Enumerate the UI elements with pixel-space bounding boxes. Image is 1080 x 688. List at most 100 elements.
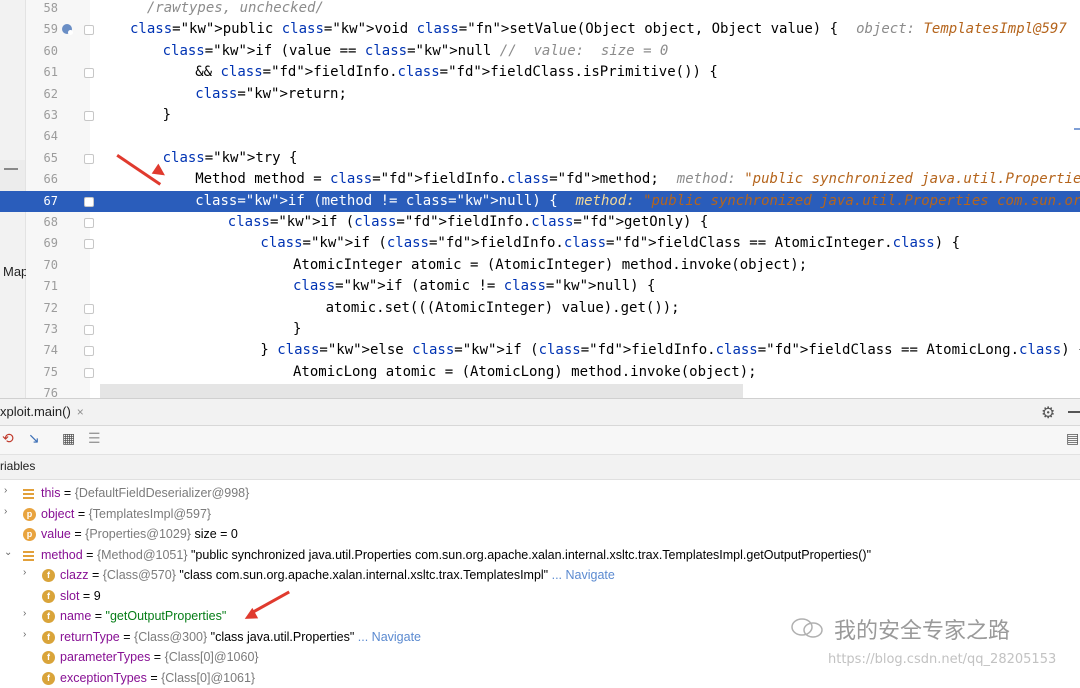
code-line[interactable]: 68 class="kw">if (class="fd">fieldInfo.cl…: [0, 212, 1080, 233]
line-number[interactable]: 66: [30, 169, 58, 190]
field-icon: f: [42, 631, 55, 644]
line-number[interactable]: 67: [30, 191, 58, 212]
line-number[interactable]: 71: [30, 276, 58, 297]
variable-text: slot = 9: [60, 586, 101, 607]
line-number[interactable]: 63: [30, 105, 58, 126]
close-icon[interactable]: ×: [77, 405, 84, 419]
code-line[interactable]: 64: [0, 126, 1080, 147]
debug-session-label: xploit.main(): [0, 404, 71, 419]
line-number[interactable]: 64: [30, 126, 58, 147]
code-line[interactable]: 60class="kw">if (value == class="kw">nul…: [0, 41, 1080, 62]
line-number[interactable]: 69: [30, 233, 58, 254]
variable-row[interactable]: fslot = 9: [0, 586, 1080, 607]
line-number[interactable]: 60: [30, 41, 58, 62]
debug-session-tab[interactable]: xploit.main() ×: [0, 404, 84, 419]
fold-icon[interactable]: [84, 154, 94, 164]
line-number[interactable]: 72: [30, 298, 58, 319]
code-text: && class="fd">fieldInfo.class="fd">field…: [195, 62, 718, 83]
variable-row[interactable]: › this = {DefaultFieldDeserializer@998}: [0, 483, 1080, 504]
layout-icon[interactable]: ▤: [1066, 430, 1079, 447]
line-number[interactable]: 73: [30, 319, 58, 340]
scrollbar-marker: [1074, 128, 1080, 130]
code-line[interactable]: 59class="kw">public class="kw">void clas…: [0, 19, 1080, 40]
variable-text: method = {Method@1051} "public synchroni…: [41, 545, 871, 566]
hide-panel-icon[interactable]: [1068, 411, 1080, 413]
code-line[interactable]: 72 atomic.set(((AtomicInteger) value).get…: [0, 298, 1080, 319]
fold-icon[interactable]: [84, 368, 94, 378]
fold-icon[interactable]: [84, 304, 94, 314]
code-line[interactable]: 61 && class="fd">fieldInfo.class="fd">fie…: [0, 62, 1080, 83]
field-icon: f: [42, 651, 55, 664]
fold-icon[interactable]: [84, 111, 94, 121]
code-line-current[interactable]: 67class="kw">if (method != class="kw">nu…: [0, 191, 1080, 212]
parameter-icon: p: [23, 508, 36, 521]
debug-panel: xploit.main() × ⚙ ⟲ ↘ ▦ ☰ ▤ riables › this…: [0, 398, 1080, 677]
table-view-icon[interactable]: ▦: [62, 430, 75, 447]
variable-row[interactable]: fexceptionTypes = {Class[0]@1061}: [0, 668, 1080, 688]
fold-icon[interactable]: [84, 197, 94, 207]
code-text: AtomicInteger atomic = (AtomicInteger) m…: [293, 255, 807, 276]
fold-icon[interactable]: [84, 25, 94, 35]
field-icon: f: [42, 569, 55, 582]
fold-icon[interactable]: [84, 325, 94, 335]
code-line[interactable]: 71class="kw">if (atomic != class="kw">nu…: [0, 276, 1080, 297]
line-number[interactable]: 65: [30, 148, 58, 169]
code-text: }: [163, 105, 171, 126]
line-number[interactable]: 70: [30, 255, 58, 276]
fold-icon[interactable]: [84, 239, 94, 249]
code-editor[interactable]: Map 58 /rawtypes, unchecked/59class="kw"…: [0, 0, 1080, 398]
variable-text: clazz = {Class@570} "class com.sun.org.a…: [60, 565, 615, 586]
code-line[interactable]: 63}: [0, 105, 1080, 126]
fold-icon[interactable]: [84, 346, 94, 356]
variable-text: parameterTypes = {Class[0]@1060}: [60, 647, 259, 668]
code-text: class="kw">if (class="fd">fieldInfo.clas…: [228, 212, 708, 233]
line-number[interactable]: 62: [30, 84, 58, 105]
chevron-right-icon[interactable]: ›: [23, 569, 31, 577]
line-number[interactable]: 61: [30, 62, 58, 83]
settings-list-icon[interactable]: ☰: [88, 430, 101, 447]
code-line[interactable]: 74 } class="kw">else class="kw">if (class…: [0, 340, 1080, 361]
debug-toolbar: ⟲ ↘ ▦ ☰ ▤: [0, 426, 1080, 455]
chevron-right-icon[interactable]: ›: [23, 610, 31, 618]
line-number[interactable]: 68: [30, 212, 58, 233]
line-number[interactable]: 74: [30, 340, 58, 361]
variable-text: object = {TemplatesImpl@597}: [41, 504, 211, 525]
step-icon[interactable]: ↘: [28, 430, 40, 447]
line-number[interactable]: 58: [30, 0, 58, 19]
chevron-down-icon[interactable]: ⌄: [4, 549, 12, 557]
code-text: AtomicLong atomic = (AtomicLong) method.…: [293, 362, 757, 383]
line-number[interactable]: 59: [30, 19, 58, 40]
chevron-right-icon[interactable]: ›: [4, 508, 12, 516]
code-line[interactable]: 73}: [0, 319, 1080, 340]
code-text: /rawtypes, unchecked/: [130, 0, 324, 19]
variable-row[interactable]: ⌄ method = {Method@1051} "public synchron…: [0, 545, 1080, 566]
debug-tab-bar: xploit.main() × ⚙: [0, 399, 1080, 426]
variable-object-icon: [23, 487, 36, 500]
fold-icon[interactable]: [84, 68, 94, 78]
line-number[interactable]: 75: [30, 362, 58, 383]
code-line[interactable]: 58 /rawtypes, unchecked/: [0, 0, 1080, 19]
chevron-right-icon[interactable]: ›: [4, 487, 12, 495]
breakpoint-icon[interactable]: [62, 24, 72, 34]
code-line[interactable]: 75 AtomicLong atomic = (AtomicLong) metho…: [0, 362, 1080, 383]
code-line[interactable]: 70 AtomicInteger atomic = (AtomicInteger)…: [0, 255, 1080, 276]
line-number[interactable]: 76: [30, 383, 58, 398]
variable-text: this = {DefaultFieldDeserializer@998}: [41, 483, 249, 504]
fold-icon[interactable]: [84, 218, 94, 228]
code-line[interactable]: 69 class="kw">if (class="fd">fieldInfo.cl…: [0, 233, 1080, 254]
code-text: atomic.set(((AtomicInteger) value).get()…: [326, 298, 680, 319]
variable-row[interactable]: › f clazz = {Class@570} "class com.sun.org…: [0, 565, 1080, 586]
variable-row[interactable]: pvalue = {Properties@1029} size = 0: [0, 524, 1080, 545]
code-text: } class="kw">else class="kw">if (class="…: [260, 340, 1080, 361]
rerun-icon[interactable]: ⟲: [2, 430, 14, 447]
variable-object-icon: [23, 549, 36, 562]
wechat-icon: [790, 617, 824, 639]
variable-row[interactable]: › p object = {TemplatesImpl@597}: [0, 504, 1080, 525]
variables-header: riables: [0, 455, 1080, 480]
code-text: class="kw">if (class="fd">fieldInfo.clas…: [260, 233, 960, 254]
chevron-right-icon[interactable]: ›: [23, 631, 31, 639]
current-scroll-highlight: [100, 384, 743, 398]
gear-icon[interactable]: ⚙: [1041, 403, 1055, 423]
code-line[interactable]: 62class="kw">return;: [0, 84, 1080, 105]
parameter-icon: p: [23, 528, 36, 541]
